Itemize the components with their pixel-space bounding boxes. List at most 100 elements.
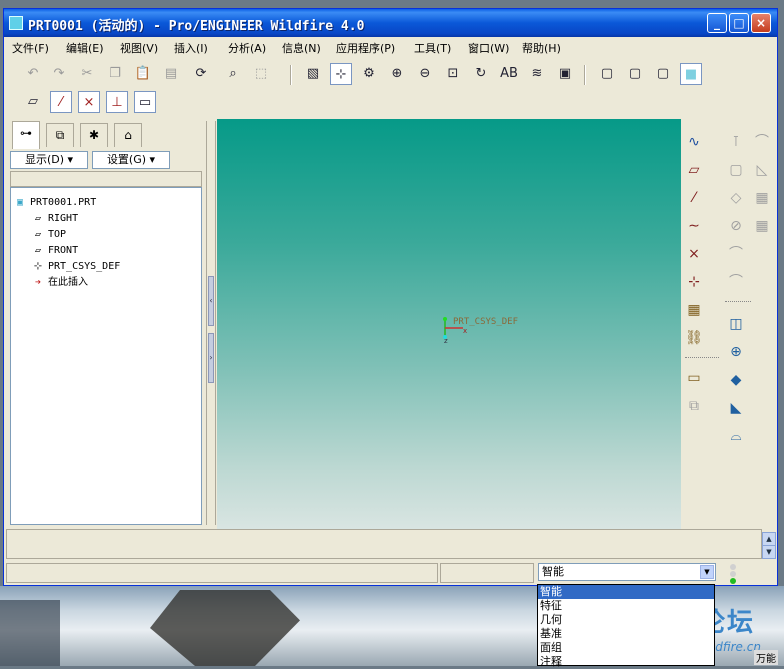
tree-item-csys[interactable]: ⊹ PRT_CSYS_DEF xyxy=(31,260,120,274)
menu-insert[interactable]: 插入(I) xyxy=(174,40,208,56)
message-scroll-down-icon[interactable]: ▼ xyxy=(762,545,776,559)
menu-applications[interactable]: 应用程序(P) xyxy=(336,40,395,56)
csys-tool-icon[interactable]: ⊹ xyxy=(683,271,705,293)
panel-splitter[interactable]: ‹ › xyxy=(206,121,216,525)
datum-plane-tool-icon[interactable]: ▱ xyxy=(683,159,705,181)
status-info-cell xyxy=(440,563,534,583)
collapse-left-icon[interactable]: ‹ xyxy=(208,276,214,326)
round-tool-icon[interactable]: ⌒ xyxy=(751,131,773,153)
group-tool-icon[interactable]: ⧉ xyxy=(683,395,705,417)
spin-center-icon[interactable]: ⊹ xyxy=(330,63,352,85)
repaint-icon[interactable]: ▧ xyxy=(302,63,324,85)
regenerate-icon[interactable]: ⟳ xyxy=(190,63,212,85)
wireframe-icon[interactable]: ▢ xyxy=(596,63,618,85)
round-edge-icon[interactable]: ⌒ xyxy=(725,243,747,265)
tree-item-right[interactable]: ▱ RIGHT xyxy=(31,212,78,226)
view-manager-icon[interactable]: ▣ xyxy=(554,63,576,85)
message-scroll-up-icon[interactable]: ▲ xyxy=(762,532,776,546)
close-button[interactable]: × xyxy=(751,13,771,33)
axis-x-label: x xyxy=(463,327,468,335)
shading-icon[interactable]: ■ xyxy=(680,63,702,85)
sweep-tool-icon[interactable]: ◆ xyxy=(725,369,747,391)
refit-icon[interactable]: ⊡ xyxy=(442,63,464,85)
menu-edit[interactable]: 编辑(E) xyxy=(66,40,104,56)
saved-views-icon[interactable]: AB xyxy=(498,63,520,85)
tree-item-label: RIGHT xyxy=(48,213,79,224)
regeneration-status-icon xyxy=(728,563,738,584)
hole-tool-icon[interactable]: ⊺ xyxy=(725,131,747,153)
layers-icon[interactable]: ≋ xyxy=(526,63,548,85)
annotation-tool-icon[interactable]: ▭ xyxy=(683,367,705,389)
blend-tool-icon[interactable]: ◣ xyxy=(725,397,747,419)
menu-help[interactable]: 帮助(H) xyxy=(522,40,561,56)
filter-option-smart[interactable]: 智能 xyxy=(538,585,714,599)
tree-item-top[interactable]: ▱ TOP xyxy=(31,228,66,242)
undo-icon[interactable]: ↶ xyxy=(22,63,44,85)
orient-mode-icon[interactable]: ⚙ xyxy=(358,63,380,85)
tab-connections[interactable]: ⌂ xyxy=(114,123,142,147)
no-hidden-icon[interactable]: ▢ xyxy=(652,63,674,85)
datum-curve-tool-icon[interactable]: ∼ xyxy=(683,215,705,237)
cut-icon[interactable]: ✂ xyxy=(76,63,98,85)
datum-axis-tool-icon[interactable]: ⁄ xyxy=(683,187,705,209)
tree-item-front[interactable]: ▱ FRONT xyxy=(31,244,78,258)
datum-point-tool-icon[interactable]: × xyxy=(683,243,705,265)
filter-option-datum[interactable]: 基准 xyxy=(538,627,714,641)
csys-display-icon[interactable]: ⊥ xyxy=(106,91,128,113)
minimize-button[interactable]: _ xyxy=(707,13,727,33)
annotation-display-icon[interactable]: ▭ xyxy=(134,91,156,113)
analysis-tool-icon[interactable]: ▦ xyxy=(683,299,705,321)
zoom-in-icon[interactable]: ⊕ xyxy=(386,63,408,85)
menu-view[interactable]: 视图(V) xyxy=(120,40,158,56)
settings-menu-button[interactable]: 设置(G) ▾ xyxy=(92,151,170,169)
menu-tools[interactable]: 工具(T) xyxy=(414,40,451,56)
title-bar[interactable]: PRT0001 (活动的) - Pro/ENGINEER Wildfire 4.… xyxy=(4,9,777,37)
select-box-icon[interactable]: ⬚ xyxy=(250,63,272,85)
menu-window[interactable]: 窗口(W) xyxy=(468,40,509,56)
maximize-button[interactable]: □ xyxy=(729,13,749,33)
find-icon[interactable]: ⌕ xyxy=(222,63,244,85)
mirror-tool-icon[interactable]: ⊘ xyxy=(725,215,747,237)
copy-icon[interactable]: ❐ xyxy=(104,63,126,85)
revolve-tool-icon[interactable]: ⊕ xyxy=(725,341,747,363)
pattern-array-icon[interactable]: ▦ xyxy=(751,215,773,237)
selection-filter-select[interactable]: 智能 ▼ xyxy=(538,563,716,581)
chain-tool-icon[interactable]: ⛓ xyxy=(683,327,705,349)
menu-info[interactable]: 信息(N) xyxy=(282,40,321,56)
menu-analysis[interactable]: 分析(A) xyxy=(228,40,266,56)
draft-tool-icon[interactable]: ◇ xyxy=(725,187,747,209)
filter-option-quilt[interactable]: 面组 xyxy=(538,641,714,655)
paste-icon[interactable]: 📋 xyxy=(132,63,154,85)
extrude-tool-icon[interactable]: ◫ xyxy=(725,313,747,335)
datum-axis-display-icon[interactable]: ⁄ xyxy=(50,91,72,113)
tab-model-tree[interactable]: ⊶ xyxy=(12,121,40,149)
navigator-tabs: ⊶ ⧉ ✱ ⌂ xyxy=(8,121,206,149)
hidden-line-icon[interactable]: ▢ xyxy=(624,63,646,85)
boundary-blend-icon[interactable]: ⌓ xyxy=(725,425,747,447)
tree-item-part[interactable]: ▣ PRT0001.PRT xyxy=(13,196,96,210)
chamfer-tool-icon[interactable]: ⌒ xyxy=(725,271,747,293)
reorient-icon[interactable]: ↻ xyxy=(470,63,492,85)
main-toolbar: ↶ ↷ ✂ ❐ 📋 ▤ ⟳ ⌕ ⬚ ▧ ⊹ ⚙ ⊕ ⊖ ⊡ ↻ AB ≋ ▣ ▢… xyxy=(10,61,710,87)
pattern-tool-icon[interactable]: ▦ xyxy=(751,187,773,209)
graphics-window[interactable]: PRT_CSYS_DEF z x xyxy=(217,119,681,529)
show-menu-button[interactable]: 显示(D) ▾ xyxy=(10,151,88,169)
redo-icon[interactable]: ↷ xyxy=(48,63,70,85)
filter-option-geometry[interactable]: 几何 xyxy=(538,613,714,627)
datum-point-display-icon[interactable]: × xyxy=(78,91,100,113)
shell-tool-icon[interactable]: ▢ xyxy=(725,159,747,181)
status-bar: 智能 ▼ xyxy=(6,561,776,585)
menu-file[interactable]: 文件(F) xyxy=(12,40,49,56)
chevron-down-icon[interactable]: ▼ xyxy=(700,565,714,579)
tab-favorites[interactable]: ✱ xyxy=(80,123,108,147)
datum-plane-display-icon[interactable]: ▱ xyxy=(22,91,44,113)
expand-right-icon[interactable]: › xyxy=(208,333,214,383)
sketch-icon[interactable]: ∿ xyxy=(683,131,705,153)
rib-tool-icon[interactable]: ◺ xyxy=(751,159,773,181)
tab-folder-browser[interactable]: ⧉ xyxy=(46,123,74,147)
zoom-out-icon[interactable]: ⊖ xyxy=(414,63,436,85)
tree-item-insert-here[interactable]: ➔ 在此插入 xyxy=(31,276,88,290)
filter-option-annotation[interactable]: 注释 xyxy=(538,655,714,669)
paste-special-icon[interactable]: ▤ xyxy=(160,63,182,85)
filter-option-feature[interactable]: 特征 xyxy=(538,599,714,613)
